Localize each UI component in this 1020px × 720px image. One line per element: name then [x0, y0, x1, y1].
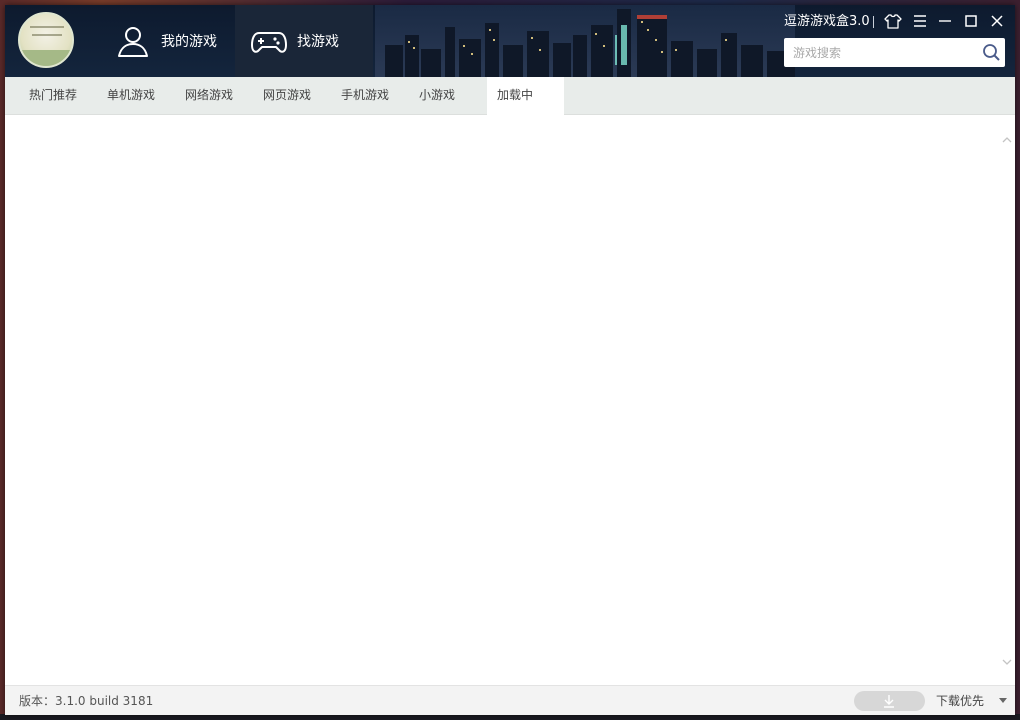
menu-icon [914, 15, 926, 27]
tab-hot-recommend[interactable]: 热门推荐 [19, 77, 87, 114]
title-separator [873, 16, 874, 28]
tab-loading[interactable]: 加载中 [487, 77, 564, 115]
user-avatar[interactable] [18, 12, 74, 68]
tab-online-games[interactable]: 网络游戏 [175, 77, 243, 114]
version-label: 版本：3.1.0 build 3181 [19, 694, 154, 708]
close-icon [991, 15, 1003, 27]
tab-mobile-games[interactable]: 手机游戏 [331, 77, 399, 114]
app-title: 逗游游戏盒3.0 [784, 14, 870, 29]
nav-my-games-label: 我的游戏 [161, 34, 217, 50]
nav-find-games-label: 找游戏 [297, 34, 339, 50]
gamepad-icon [251, 32, 287, 53]
maximize-icon [965, 15, 977, 27]
skin-button[interactable] [883, 11, 903, 31]
tab-single-player[interactable]: 单机游戏 [97, 77, 165, 114]
download-icon [884, 695, 894, 708]
avatar-scribble [30, 26, 64, 28]
tab-web-games[interactable]: 网页游戏 [253, 77, 321, 114]
user-icon [118, 27, 148, 57]
search-box [784, 38, 1005, 67]
nav-find-games[interactable]: 找游戏 [235, 5, 373, 77]
chevron-down-icon[interactable] [1002, 657, 1012, 667]
search-icon[interactable] [982, 43, 1001, 62]
title-bar: 我的游戏 找游戏 逗游游戏盒3.0 [5, 5, 1015, 77]
download-mode-label[interactable]: 下载优先 [936, 686, 984, 715]
status-bar: 版本：3.1.0 build 3181 下载优先 [5, 685, 1015, 715]
search-input[interactable] [784, 38, 974, 67]
avatar-scribble [32, 34, 62, 36]
category-tabs: 热门推荐 单机游戏 网络游戏 网页游戏 手机游戏 小游戏 加载中 [5, 77, 1015, 115]
minimize-button[interactable] [935, 11, 955, 31]
close-button[interactable] [987, 11, 1007, 31]
minimize-icon [939, 20, 951, 22]
download-button[interactable] [854, 691, 925, 711]
menu-button[interactable] [910, 11, 930, 31]
nav-my-games[interactable]: 我的游戏 [85, 5, 235, 77]
app-window: 我的游戏 找游戏 逗游游戏盒3.0 游戏搜索 热门推荐 单机游戏 网络游戏 网页… [5, 5, 1015, 715]
tab-mini-games[interactable]: 小游戏 [409, 77, 465, 114]
skin-icon [884, 14, 902, 29]
content-area [5, 115, 999, 685]
chevron-up-icon[interactable] [1002, 135, 1012, 145]
avatar-grass [20, 50, 72, 66]
caret-down-icon[interactable] [999, 698, 1007, 704]
city-skyline-banner [375, 5, 795, 77]
maximize-button[interactable] [961, 11, 981, 31]
vertical-scrollbar[interactable] [999, 115, 1015, 685]
